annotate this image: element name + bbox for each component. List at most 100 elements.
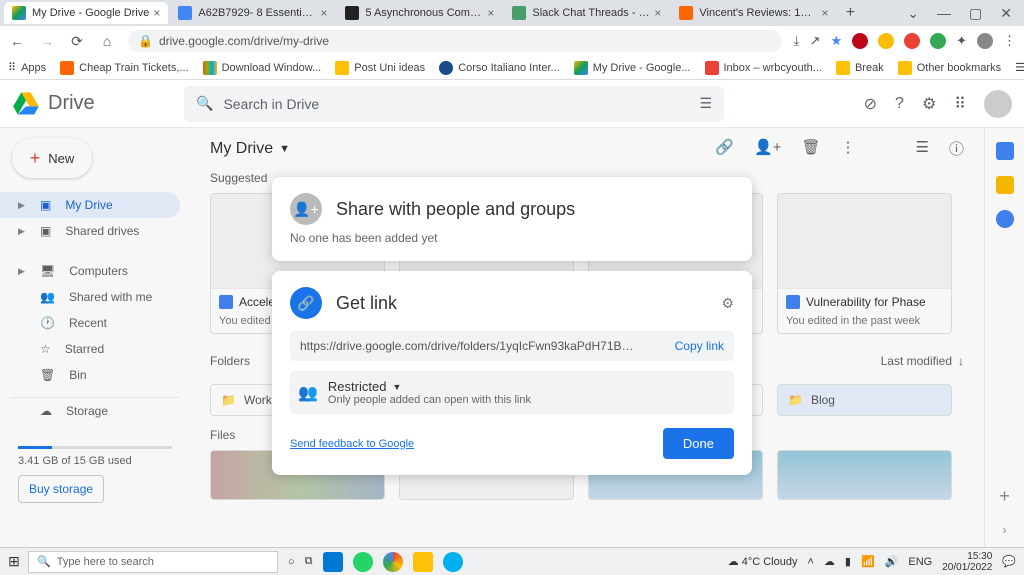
notifications-icon[interactable]: 💬 [1002, 555, 1016, 568]
folder-item[interactable]: 📁Blog [777, 384, 952, 416]
apps-grid-icon[interactable]: ⠿ [954, 94, 966, 114]
file-item[interactable] [777, 450, 952, 500]
drive-icon: ▣ [40, 198, 51, 212]
sidebar-item-shared[interactable]: 👥Shared with me [0, 284, 180, 310]
add-person-icon[interactable]: 👤+ [754, 138, 781, 159]
battery-icon[interactable]: ▮ [845, 555, 851, 568]
new-button[interactable]: + New [12, 138, 92, 178]
cortana-icon[interactable]: ○ [288, 556, 295, 568]
volume-icon[interactable]: 🔊 [885, 555, 899, 568]
sidebar-item-recent[interactable]: 🕐Recent [0, 310, 180, 336]
chevron-right-icon: ▶ [18, 200, 26, 211]
bookmark-item[interactable]: Corso Italiano Inter... [439, 61, 560, 75]
info-icon[interactable]: ⓘ [949, 138, 964, 159]
tab-0[interactable]: My Drive - Google Drive × [4, 2, 168, 24]
extension-icon[interactable] [878, 33, 894, 49]
sidebar-item-computers[interactable]: ▶🖥Computers [0, 258, 180, 284]
buy-storage-button[interactable]: Buy storage [18, 475, 104, 503]
tab-3[interactable]: Slack Chat Threads - Ecosia × [504, 2, 669, 24]
reading-list[interactable]: ☰Reading list [1015, 61, 1024, 74]
done-button[interactable]: Done [663, 428, 734, 459]
bookmark-item[interactable]: Cheap Train Tickets,... [60, 61, 188, 75]
apps-button[interactable]: ⠿Apps [8, 61, 46, 74]
search-input[interactable]: 🔍 Search in Drive ☰ [184, 86, 724, 122]
skype-icon[interactable] [443, 552, 463, 572]
extension-icon[interactable] [930, 33, 946, 49]
bookmark-item[interactable]: Download Window... [203, 61, 322, 75]
minimize-icon[interactable]: — [937, 5, 951, 22]
wifi-icon[interactable]: 📶 [861, 555, 875, 568]
restricted-dropdown[interactable]: Restricted▼ [328, 379, 531, 394]
maximize-icon[interactable]: ▢ [969, 5, 982, 22]
sidebar-item-storage[interactable]: ☁Storage [0, 398, 180, 424]
link-icon[interactable]: 🔗 [715, 138, 734, 159]
sidebar-item-starred[interactable]: ☆Starred [0, 336, 180, 362]
trash-icon[interactable]: 🗑 [801, 138, 820, 159]
extension-icon[interactable] [852, 33, 868, 49]
chrome-icon[interactable] [383, 552, 403, 572]
bookmark-item[interactable]: Break [836, 61, 884, 75]
back-icon[interactable]: ← [8, 33, 26, 49]
bookmark-item[interactable]: Post Uni ideas [335, 61, 425, 75]
install-icon[interactable]: ⤓ [794, 33, 800, 49]
tray-chevron-icon[interactable]: ˄ [807, 556, 813, 568]
whatsapp-icon[interactable] [353, 552, 373, 572]
sidebar-item-shared-drives[interactable]: ▶▣Shared drives [0, 218, 180, 244]
settings-icon[interactable]: ⚙ [922, 94, 936, 114]
sidebar-item-my-drive[interactable]: ▶▣My Drive [0, 192, 180, 218]
keep-icon[interactable] [996, 176, 1014, 194]
menu-icon[interactable]: ⋮ [1003, 33, 1016, 49]
tab-1[interactable]: A62B7929- 8 Essentials Ways × [170, 2, 335, 24]
profile-icon[interactable] [977, 33, 993, 49]
suggested-card[interactable]: Vulnerability for Phase You edited in th… [777, 193, 952, 334]
add-panel-icon[interactable]: + [999, 486, 1010, 507]
reload-icon[interactable]: ⟳ [68, 33, 86, 50]
taskbar-search[interactable]: 🔍 Type here to search [28, 551, 278, 573]
close-icon[interactable]: × [821, 6, 828, 20]
collapse-panel-icon[interactable]: › [1003, 523, 1007, 537]
breadcrumb[interactable]: My Drive▼ [210, 140, 290, 158]
copy-link-button[interactable]: Copy link [675, 339, 724, 353]
language-indicator[interactable]: ENG [908, 556, 932, 568]
list-view-icon[interactable]: ☰ [916, 138, 929, 159]
weather-widget[interactable]: ☁ 4°C Cloudy [728, 555, 798, 568]
clock[interactable]: 15:30 20/01/2022 [942, 551, 992, 573]
chevron-down-icon[interactable]: ⌄ [907, 5, 919, 22]
close-icon[interactable]: × [487, 6, 494, 20]
tasks-icon[interactable] [996, 210, 1014, 228]
help-icon[interactable]: ? [895, 95, 904, 113]
puzzle-icon[interactable]: ✦ [956, 33, 967, 49]
search-options-icon[interactable]: ☰ [699, 95, 712, 112]
close-icon[interactable]: × [153, 6, 160, 20]
task-view-icon[interactable]: ⧉ [305, 555, 313, 568]
tab-2[interactable]: 5 Asynchronous Communica × [337, 2, 502, 24]
close-icon[interactable]: × [654, 6, 661, 20]
home-icon[interactable]: ⌂ [98, 33, 116, 49]
new-tab-button[interactable]: + [838, 4, 862, 22]
close-window-icon[interactable]: ✕ [1000, 5, 1012, 22]
explorer-icon[interactable] [413, 552, 433, 572]
other-bookmarks[interactable]: Other bookmarks [898, 61, 1001, 75]
share-icon[interactable]: ↗ [810, 33, 821, 49]
feedback-link[interactable]: Send feedback to Google [290, 438, 414, 450]
clock-icon: 🕐 [40, 316, 55, 330]
drive-logo[interactable]: Drive [12, 90, 172, 118]
more-icon[interactable]: ⋮ [841, 138, 856, 159]
url-input[interactable]: 🔒 drive.google.com/drive/my-drive [128, 30, 782, 52]
close-icon[interactable]: × [320, 6, 327, 20]
extension-icon[interactable] [904, 33, 920, 49]
star-icon[interactable]: ★ [830, 33, 842, 49]
start-button[interactable]: ⊞ [0, 553, 28, 570]
sort-button[interactable]: Last modified↓ [881, 354, 964, 368]
link-url[interactable]: https://drive.google.com/drive/folders/1… [300, 339, 640, 353]
avatar[interactable] [984, 90, 1012, 118]
gear-icon[interactable]: ⚙ [721, 295, 734, 312]
calendar-icon[interactable] [996, 142, 1014, 160]
mail-app-icon[interactable] [323, 552, 343, 572]
onedrive-icon[interactable]: ☁ [824, 555, 835, 568]
tab-4[interactable]: Vincent's Reviews: 12 Ways t × [671, 2, 836, 24]
bookmark-item[interactable]: Inbox – wrbcyouth... [705, 61, 822, 75]
sidebar-item-bin[interactable]: 🗑Bin [0, 362, 180, 388]
offline-icon[interactable]: ⊘ [864, 94, 877, 114]
bookmark-item[interactable]: My Drive - Google... [574, 61, 691, 75]
